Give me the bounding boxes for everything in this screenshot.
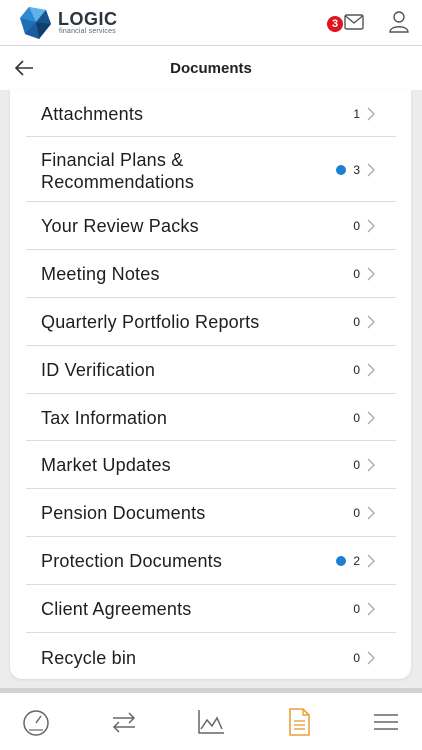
list-item-id-verification[interactable]: ID Verification 0 — [26, 346, 396, 394]
document-icon — [289, 708, 310, 736]
chevron-right-icon — [367, 107, 375, 121]
list-item-count: 0 — [353, 651, 360, 665]
chevron-right-icon — [367, 315, 375, 329]
transfer-arrows-icon — [112, 712, 136, 733]
bottom-nav — [0, 693, 422, 750]
nav-documents[interactable] — [284, 707, 314, 737]
chevron-right-icon — [367, 363, 375, 377]
page-title: Documents — [170, 60, 252, 77]
list-item-label: Financial Plans & Recommendations — [41, 150, 195, 192]
chevron-right-icon — [367, 554, 375, 568]
list-item-market-updates[interactable]: Market Updates 0 — [26, 441, 396, 489]
brand-name: LOGIC — [58, 9, 118, 29]
list-item-quarterly-reports[interactable]: Quarterly Portfolio Reports 0 — [26, 298, 396, 346]
list-item-label: Pension Documents — [41, 503, 206, 523]
list-item-label: Protection Documents — [41, 551, 223, 571]
list-item-label: ID Verification — [41, 360, 156, 380]
list-item-financial-plans[interactable]: Financial Plans & Recommendations 3 — [26, 137, 396, 202]
list-item-protection-documents[interactable]: Protection Documents 2 — [26, 537, 396, 585]
list-item-client-agreements[interactable]: Client Agreements 0 — [26, 585, 396, 633]
list-item-count: 0 — [353, 602, 360, 616]
logo-mark-icon — [20, 7, 51, 39]
list-item-count: 0 — [353, 411, 360, 425]
app-header: LOGIC financial services 3 — [0, 0, 422, 46]
mail-icon — [344, 14, 364, 30]
list-item-label: Market Updates — [41, 455, 171, 475]
brand-logo[interactable]: LOGIC financial services — [19, 6, 119, 40]
list-item-count: 3 — [353, 163, 360, 177]
chevron-right-icon — [367, 458, 375, 472]
list-item-attachments[interactable]: Attachments 1 — [26, 90, 396, 137]
list-item-label: Client Agreements — [41, 599, 192, 619]
list-item-count: 0 — [353, 219, 360, 233]
page-header: Documents — [0, 46, 422, 90]
list-item-review-packs[interactable]: Your Review Packs 0 — [26, 202, 396, 250]
list-item-label: Tax Information — [41, 408, 168, 428]
nav-dashboard[interactable] — [21, 707, 51, 737]
list-item-label: Attachments — [41, 104, 144, 124]
chevron-right-icon — [367, 651, 375, 665]
list-item-meeting-notes[interactable]: Meeting Notes 0 — [26, 250, 396, 298]
list-item-label: Your Review Packs — [41, 216, 199, 236]
list-item-label: Recycle bin — [41, 648, 137, 668]
unread-dot — [336, 556, 346, 566]
chevron-right-icon — [367, 163, 375, 177]
chevron-right-icon — [367, 506, 375, 520]
list-item-label: Meeting Notes — [41, 264, 160, 284]
list-item-count: 0 — [353, 267, 360, 281]
brand-subtitle: financial services — [59, 28, 116, 35]
messages-button[interactable]: 3 — [327, 12, 367, 34]
chart-icon — [198, 710, 224, 734]
chevron-right-icon — [367, 602, 375, 616]
menu-icon — [374, 714, 398, 730]
list-item-count: 0 — [353, 506, 360, 520]
unread-messages-badge: 3 — [327, 16, 343, 32]
nav-menu[interactable] — [371, 707, 401, 737]
user-icon — [389, 11, 409, 33]
chevron-right-icon — [367, 219, 375, 233]
list-item-count: 0 — [353, 315, 360, 329]
dashboard-gauge-icon — [23, 710, 49, 736]
list-item-recycle-bin[interactable]: Recycle bin 0 — [26, 633, 396, 679]
list-item-label: Quarterly Portfolio Reports — [41, 312, 260, 332]
list-item-pension-documents[interactable]: Pension Documents 0 — [26, 489, 396, 537]
nav-transactions[interactable] — [109, 707, 139, 737]
profile-button[interactable] — [388, 10, 410, 34]
nav-performance[interactable] — [196, 707, 226, 737]
list-item-count: 0 — [353, 458, 360, 472]
list-item-tax-information[interactable]: Tax Information 0 — [26, 394, 396, 441]
chevron-right-icon — [367, 267, 375, 281]
unread-dot — [336, 165, 346, 175]
chevron-right-icon — [367, 411, 375, 425]
list-item-count: 1 — [353, 107, 360, 121]
list-item-count: 2 — [353, 554, 360, 568]
documents-list: Attachments 1 Financial Plans & Recommen… — [10, 90, 411, 679]
list-item-count: 0 — [353, 363, 360, 377]
